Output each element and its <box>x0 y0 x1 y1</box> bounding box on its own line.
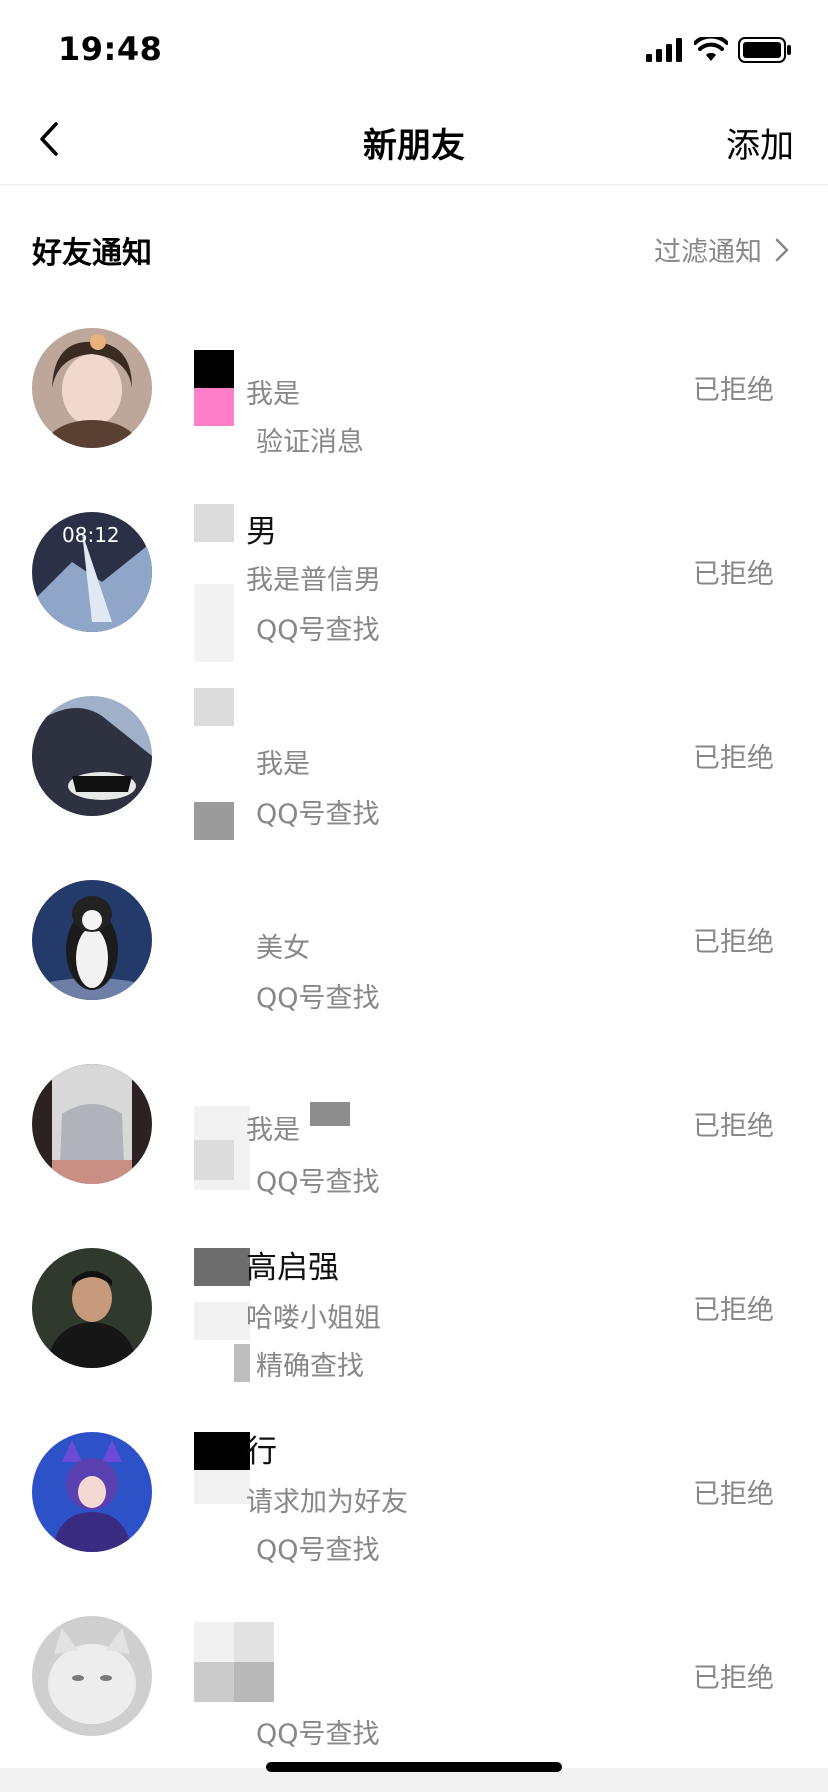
redaction-block <box>194 350 234 388</box>
avatar[interactable]: 08:12 <box>32 512 152 632</box>
redaction-block <box>194 504 234 542</box>
redaction-block <box>194 1662 234 1702</box>
request-message: 我是 <box>246 1115 300 1146</box>
redaction-block <box>194 1140 234 1180</box>
avatar[interactable] <box>32 1248 152 1368</box>
filter-notifications-link[interactable]: 过滤通知 <box>654 230 790 269</box>
status-label: 已拒绝 <box>693 1295 774 1326</box>
redaction-block <box>194 584 234 662</box>
status-label: 已拒绝 <box>693 1663 774 1694</box>
status-time: 19:48 <box>58 30 163 68</box>
status-label: 已拒绝 <box>693 1479 774 1510</box>
request-name: 高启强 <box>246 1250 339 1286</box>
friend-request-row[interactable]: 美女 QQ号查找 已拒绝 <box>0 852 828 1036</box>
redaction-block <box>194 1470 250 1504</box>
avatar[interactable] <box>32 328 152 448</box>
friend-request-row[interactable]: 我是 QQ号查找 已拒绝 <box>0 668 828 852</box>
status-label: 已拒绝 <box>693 1111 774 1142</box>
redaction-block <box>194 1622 234 1662</box>
avatar[interactable] <box>32 1064 152 1184</box>
redaction-block <box>310 1102 350 1126</box>
wifi-icon <box>694 37 728 61</box>
request-message: 我是普信男 <box>246 565 381 596</box>
request-message: 美女 <box>256 933 310 964</box>
battery-icon <box>738 37 791 63</box>
redaction-block <box>194 388 234 426</box>
request-source: QQ号查找 <box>256 615 380 646</box>
nav-bar: 新朋友 添加 <box>0 94 828 185</box>
redaction-block <box>234 1344 250 1382</box>
redaction-block <box>234 1662 274 1702</box>
friend-request-row[interactable]: QQ号查找 已拒绝 <box>0 1588 828 1772</box>
avatar[interactable] <box>32 1616 152 1736</box>
friend-request-row[interactable]: 我是 验证消息 已拒绝 <box>0 300 828 484</box>
home-indicator[interactable] <box>266 1762 562 1772</box>
request-source: QQ号查找 <box>256 1167 380 1198</box>
request-source: QQ号查找 <box>256 1535 380 1566</box>
avatar[interactable] <box>32 696 152 816</box>
status-label: 已拒绝 <box>693 743 774 774</box>
request-source: 精确查找 <box>256 1351 364 1382</box>
status-label: 已拒绝 <box>693 559 774 590</box>
friend-request-row[interactable]: 08:12 男 我是普信男 QQ号查找 已拒绝 <box>0 484 828 668</box>
svg-text:08:12: 08:12 <box>62 523 120 547</box>
request-source: QQ号查找 <box>256 799 380 830</box>
redaction-block <box>194 688 234 726</box>
page-title: 新朋友 <box>363 126 465 166</box>
avatar[interactable] <box>32 1432 152 1552</box>
request-source: QQ号查找 <box>256 1719 380 1750</box>
request-source: QQ号查找 <box>256 983 380 1014</box>
chevron-right-icon <box>775 238 789 261</box>
redaction-block <box>194 1432 250 1470</box>
request-message: 请求加为好友 <box>246 1487 408 1518</box>
section-header: 好友通知 过滤通知 <box>0 214 828 284</box>
filter-label: 过滤通知 <box>654 237 762 268</box>
avatar[interactable] <box>32 880 152 1000</box>
friend-request-row[interactable]: 行 请求加为好友 QQ号查找 已拒绝 <box>0 1404 828 1588</box>
redaction-block <box>194 802 234 840</box>
status-icons <box>646 36 792 64</box>
redaction-block <box>234 1622 274 1662</box>
status-label: 已拒绝 <box>693 927 774 958</box>
request-message: 哈喽小姐姐 <box>246 1303 381 1334</box>
request-source: 验证消息 <box>256 427 364 458</box>
friend-request-row[interactable]: 高启强 哈喽小姐姐 精确查找 已拒绝 <box>0 1220 828 1404</box>
request-message: 我是 <box>246 379 300 410</box>
request-name: 男 <box>246 514 277 550</box>
friend-request-row[interactable]: 我是 QQ号查找 已拒绝 <box>0 1036 828 1220</box>
section-title: 好友通知 <box>32 236 152 271</box>
signal-icon <box>646 38 682 62</box>
redaction-block <box>194 1248 250 1286</box>
request-name: 行 <box>246 1434 277 1470</box>
redaction-block <box>194 1302 250 1340</box>
request-message: 我是 <box>256 749 310 780</box>
status-label: 已拒绝 <box>693 375 774 406</box>
status-bar: 19:48 <box>0 0 828 94</box>
add-button[interactable]: 添加 <box>726 118 794 167</box>
